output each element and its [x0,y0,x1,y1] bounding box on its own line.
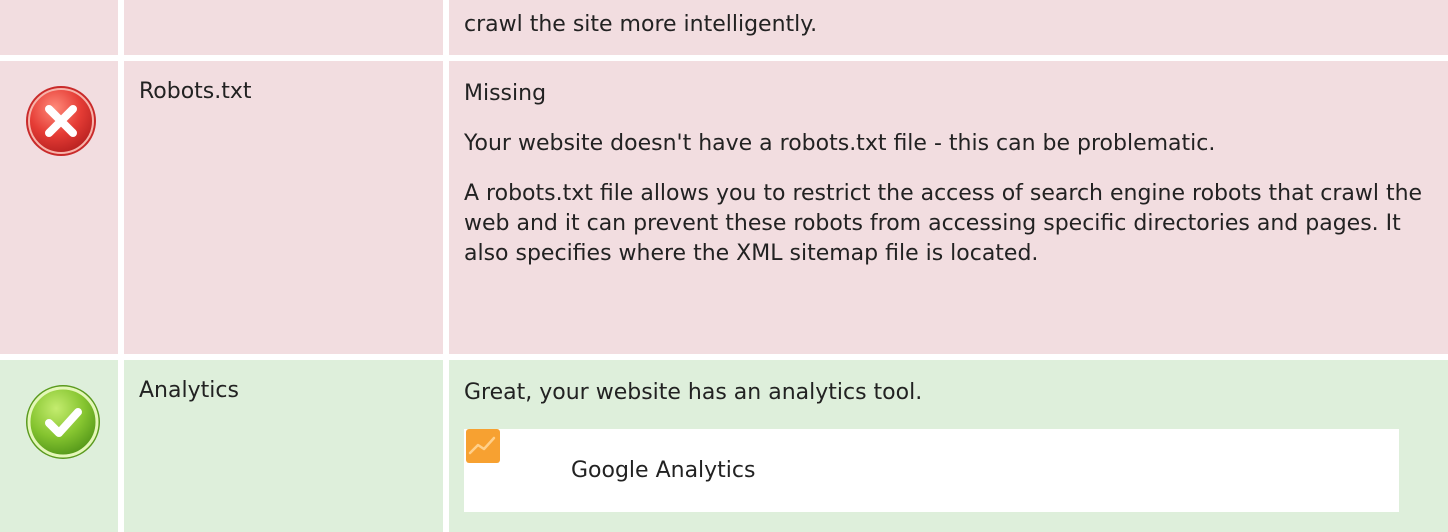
status-cell [0,360,118,532]
x-circle-icon [26,86,96,156]
description-text: A robots.txt file allows you to restrict… [464,181,1423,266]
description-text: Great, your website has an analytics too… [464,380,923,405]
audit-row-analytics: Analytics Great, your website has an ana… [0,360,1448,532]
description-text: crawl the site more intelligently. [464,12,818,37]
description-text: Your website doesn't have a robots.txt f… [464,131,1216,156]
label-cell: Analytics [124,360,443,532]
description-cell: Great, your website has an analytics too… [449,360,1448,532]
row-label: Analytics [139,378,239,403]
row-label: Robots.txt [139,79,252,104]
description-cell: Missing Your website doesn't have a robo… [449,61,1448,354]
audit-row-previous: crawl the site more intelligently. [0,0,1448,55]
status-cell [0,0,118,55]
label-cell: Robots.txt [124,61,443,354]
tool-name: Google Analytics [571,458,756,483]
status-cell [0,61,118,354]
status-text: Missing [464,81,547,106]
check-circle-icon [26,385,100,459]
description-cell: crawl the site more intelligently. [449,0,1448,55]
label-cell [124,0,443,55]
audit-row-robots-txt: Robots.txt Missing Your website doesn't … [0,61,1448,354]
analytics-tool-card: Google Analytics [464,429,1399,512]
google-analytics-icon [466,429,500,463]
